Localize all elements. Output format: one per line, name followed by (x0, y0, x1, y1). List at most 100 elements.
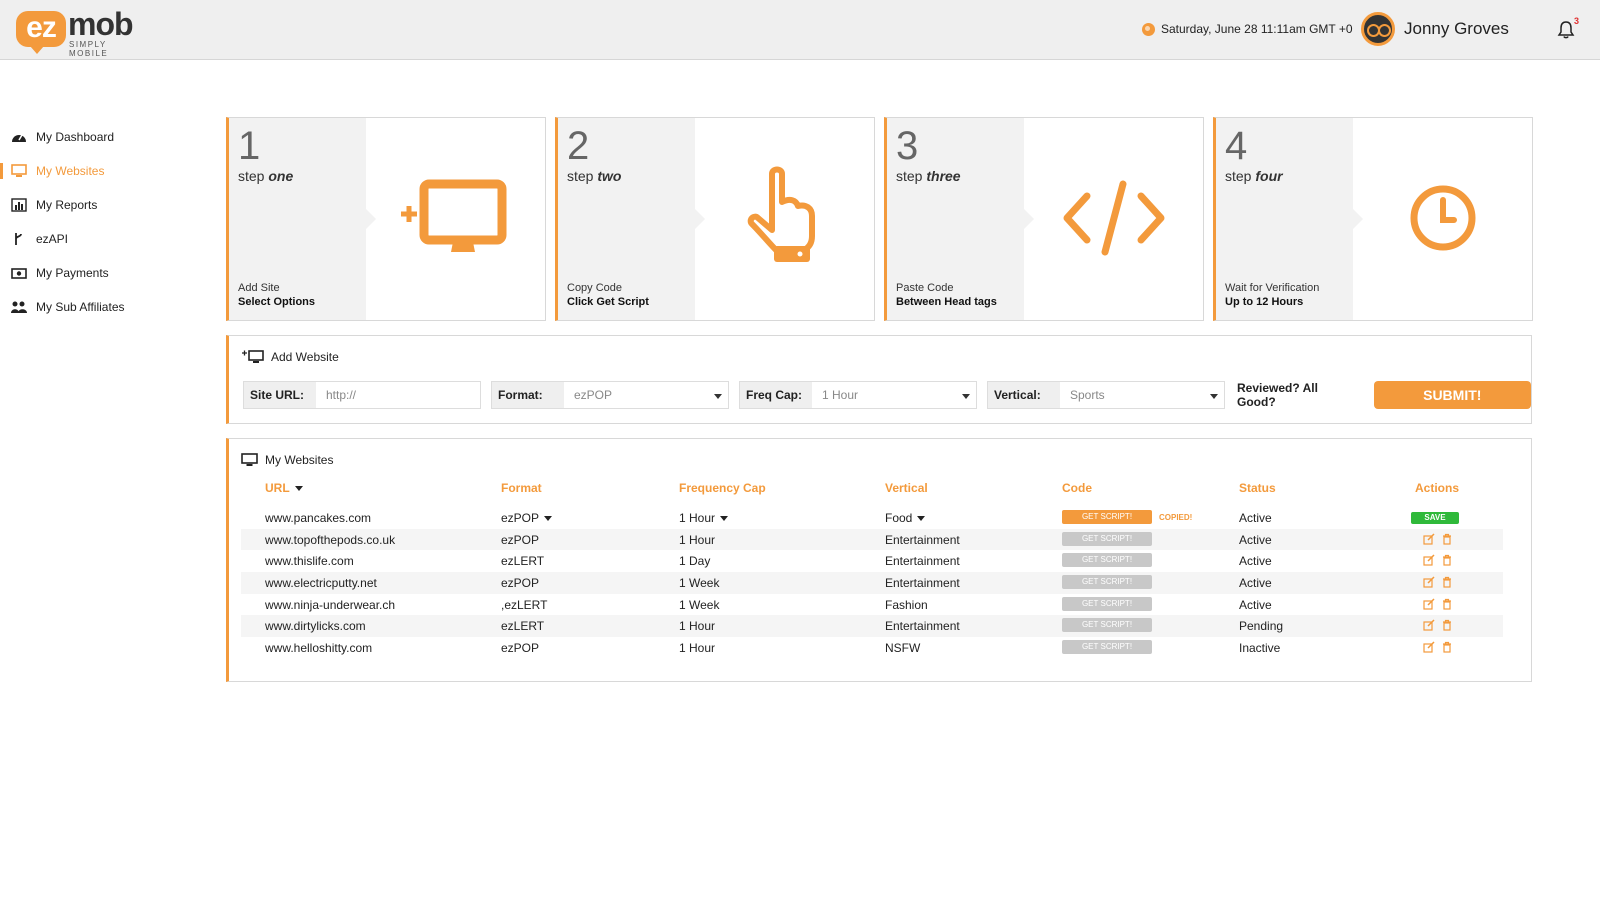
sidebar-item-label: My Dashboard (36, 130, 115, 144)
cell-format: ,ezLERT (501, 597, 548, 612)
freq-cap-group: Freq Cap: 1 Hour (739, 381, 977, 409)
edit-icon[interactable] (1423, 576, 1435, 588)
trash-icon[interactable] (1441, 576, 1453, 588)
step-label: step one (238, 168, 294, 184)
cell-status: Pending (1239, 619, 1284, 634)
sidebar-item-label: My Payments (36, 266, 109, 280)
step-info: 2 step two Copy Code Click Get Script (558, 118, 705, 320)
cell-url: www.electricputty.net (265, 576, 377, 591)
money-icon (10, 266, 28, 280)
dashboard-icon (10, 130, 28, 144)
step-card-3: 3 step three Paste Code Between Head tag… (884, 117, 1204, 321)
sidebar-item-websites[interactable]: My Websites (0, 154, 200, 188)
cell-format-select[interactable]: ezPOP (501, 511, 552, 525)
get-script-button[interactable]: GET SCRIPT! (1062, 510, 1152, 524)
table-header: URL Format Frequency Cap Vertical Code S… (265, 481, 1465, 499)
get-script-button[interactable]: GET SCRIPT! (1062, 553, 1152, 568)
avatar[interactable] (1361, 12, 1395, 46)
cell-format: ezPOP (501, 641, 540, 656)
trash-icon[interactable] (1441, 619, 1453, 632)
cell-url: www.dirtylicks.com (265, 619, 366, 634)
get-script-button[interactable]: GET SCRIPT! (1062, 618, 1152, 633)
edit-icon[interactable] (1423, 598, 1435, 610)
step-card-4: 4 step four Wait for Verification Up to … (1213, 117, 1533, 321)
step-info: 3 step three Paste Code Between Head tag… (887, 118, 1034, 320)
edit-icon[interactable] (1423, 641, 1435, 653)
sidebar-item-sub-affiliates[interactable]: My Sub Affiliates (0, 290, 200, 324)
user-name[interactable]: Jonny Groves (1404, 19, 1509, 39)
trash-icon[interactable] (1441, 533, 1453, 545)
trash-icon[interactable] (1441, 598, 1453, 610)
cell-freq: 1 Day (679, 554, 711, 569)
column-header-code: Code (1062, 481, 1092, 495)
step-description: Copy Code (567, 282, 623, 294)
get-script-button[interactable]: GET SCRIPT! (1062, 575, 1152, 590)
step-number: 1 (238, 124, 261, 168)
step-description: Add Site (238, 282, 280, 294)
vertical-group: Vertical: Sports (987, 381, 1225, 409)
cell-status: Inactive (1239, 641, 1281, 656)
submit-button[interactable]: SUBMIT! (1373, 381, 1531, 409)
logo-word: mob (68, 6, 134, 42)
get-script-button[interactable]: GET SCRIPT! (1062, 531, 1152, 546)
vertical-label: Vertical: (988, 382, 1060, 408)
cell-vertical-select[interactable]: Food (885, 511, 925, 525)
edit-icon[interactable] (1423, 619, 1435, 632)
site-url-input[interactable]: http:// (316, 382, 480, 408)
sidebar-item-payments[interactable]: My Payments (0, 256, 200, 290)
clock-icon (1410, 185, 1476, 251)
steps-row: 1 step one Add Site Select Options 2 ste… (226, 117, 1542, 321)
cell-status: Active (1239, 597, 1272, 612)
cell-freq-select[interactable]: 1 Hour (679, 511, 728, 525)
column-header-url[interactable]: URL (265, 481, 303, 495)
datetime-display: Saturday, June 28 11:11am GMT +0 (1142, 22, 1353, 36)
edit-icon[interactable] (1423, 554, 1435, 566)
cell-vertical: NSFW (885, 641, 921, 656)
freq-cap-select[interactable]: 1 Hour (812, 382, 976, 408)
cell-url: www.thislife.com (265, 554, 354, 569)
vertical-select[interactable]: Sports (1060, 382, 1224, 408)
sidebar: My Dashboard My Websites My Reports ezAP… (0, 120, 200, 324)
step-card-1: 1 step one Add Site Select Options (226, 117, 546, 321)
pointer-hand-icon (747, 166, 815, 262)
bell-icon[interactable] (1556, 20, 1576, 40)
format-label: Format: (492, 382, 564, 408)
add-website-form: Site URL: http:// Format: ezPOP Freq Cap… (243, 381, 1531, 409)
cell-vertical: Entertainment (885, 619, 960, 634)
step-description-bold: Click Get Script (567, 296, 649, 308)
sidebar-item-label: My Sub Affiliates (36, 300, 125, 314)
get-script-button[interactable]: GET SCRIPT! (1062, 640, 1152, 655)
cell-status: Active (1239, 554, 1272, 569)
cell-freq: 1 Hour (679, 641, 716, 656)
branch-icon (10, 232, 28, 246)
get-script-button[interactable]: GET SCRIPT! (1062, 596, 1152, 611)
site-url-group: Site URL: http:// (243, 381, 481, 409)
cell-status: Active (1239, 576, 1272, 591)
column-header-status: Status (1239, 481, 1276, 495)
table-row: www.topofthepods.co.uk ezPOP 1 Hour Ente… (241, 528, 1503, 551)
step-number: 2 (567, 124, 590, 168)
sidebar-item-reports[interactable]: My Reports (0, 188, 200, 222)
edit-icon[interactable] (1423, 533, 1435, 545)
step-card-2: 2 step two Copy Code Click Get Script (555, 117, 875, 321)
step-description-bold: Select Options (238, 296, 316, 308)
step-label: step four (1225, 168, 1283, 184)
sidebar-item-ezapi[interactable]: ezAPI (0, 222, 200, 256)
site-url-label: Site URL: (244, 382, 316, 408)
my-websites-title: My Websites (241, 453, 333, 467)
trash-icon[interactable] (1441, 641, 1453, 653)
save-button[interactable]: SAVE (1411, 512, 1459, 524)
cell-format: ezPOP (501, 576, 540, 591)
cell-freq: 1 Hour (679, 532, 716, 547)
sidebar-item-dashboard[interactable]: My Dashboard (0, 120, 200, 154)
trash-icon[interactable] (1441, 554, 1453, 566)
notification-count: 3 (1574, 16, 1580, 26)
column-header-vertical: Vertical (885, 481, 928, 495)
table-row: www.helloshitty.com ezPOP 1 Hour NSFW GE… (241, 637, 1503, 659)
step-description-bold: Between Head tags (896, 296, 997, 308)
cell-url: www.helloshitty.com (265, 641, 373, 656)
cell-format: ezLERT (501, 619, 545, 634)
cell-freq: 1 Week (679, 576, 720, 591)
ezmob-logo[interactable]: ez mob SIMPLY MOBILE (16, 6, 146, 58)
format-select[interactable]: ezPOP (564, 382, 728, 408)
